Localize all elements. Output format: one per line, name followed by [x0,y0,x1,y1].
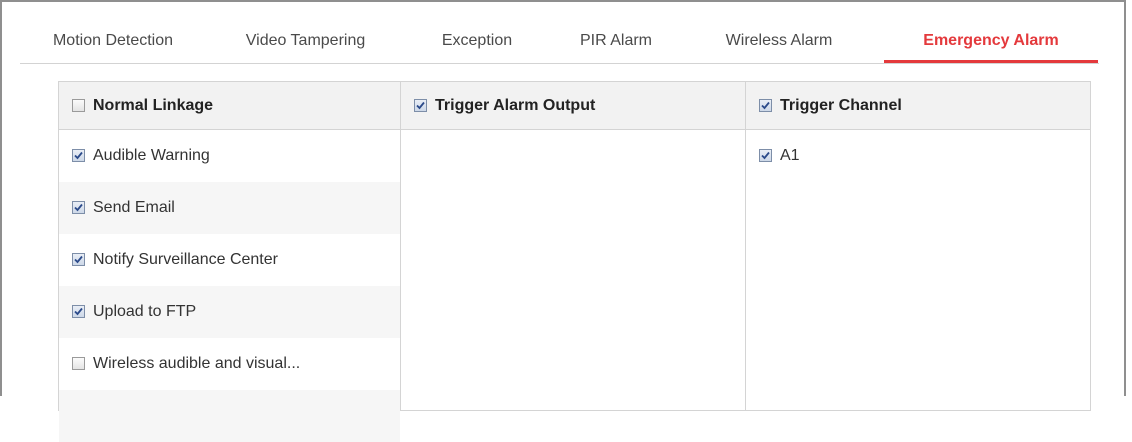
list-item-channel-a1: A1 [746,130,1090,182]
normal-linkage-label: Normal Linkage [93,97,214,114]
normal-linkage-header: Normal Linkage [59,82,400,130]
notify-surveillance-center-label: Notify Surveillance Center [93,251,278,268]
linkage-panel: Normal Linkage Audible Warning Send Emai… [58,81,1091,442]
tab-exception[interactable]: Exception [432,20,522,62]
wireless-audible-visual-checkbox[interactable] [72,356,85,370]
channel-a1-checkbox[interactable] [759,148,772,162]
tab-motion-detection[interactable]: Motion Detection [36,20,190,62]
list-item-notify-surveillance-center: Notify Surveillance Center [59,234,400,286]
send-email-label: Send Email [93,199,175,216]
normal-linkage-column: Normal Linkage Audible Warning Send Emai… [59,82,401,442]
trigger-channel-label: Trigger Channel [780,97,902,114]
checkmark-icon [74,203,83,211]
tab-wireless-alarm[interactable]: Wireless Alarm [704,20,854,62]
tab-pir-alarm[interactable]: PIR Alarm [564,20,668,62]
list-item-upload-to-ftp: Upload to FTP [59,286,400,338]
trigger-alarm-output-label: Trigger Alarm Output [435,97,596,114]
list-item-send-email: Send Email [59,182,400,234]
list-item-empty [59,390,400,442]
wireless-audible-visual-label: Wireless audible and visual... [93,355,301,372]
window-frame: Motion Detection Video Tampering Excepti… [0,0,1126,442]
trigger-channel-header: Trigger Channel [746,82,1090,130]
checkmark-icon [74,307,83,315]
trigger-channel-checkbox[interactable] [759,98,772,112]
checkmark-icon [761,151,770,159]
notify-surveillance-center-checkbox[interactable] [72,252,85,266]
checkmark-icon [74,255,83,263]
list-item-wireless-audible-visual: Wireless audible and visual... [59,338,400,390]
alarm-tab-bar: Motion Detection Video Tampering Excepti… [20,20,1099,64]
trigger-alarm-output-header: Trigger Alarm Output [401,82,745,130]
trigger-alarm-output-column: Trigger Alarm Output [401,82,746,410]
tab-emergency-alarm[interactable]: Emergency Alarm [884,20,1098,63]
trigger-channel-column: Trigger Channel A1 [746,82,1090,410]
list-item-audible-warning: Audible Warning [59,130,400,182]
audible-warning-label: Audible Warning [93,147,210,164]
channel-a1-label: A1 [780,147,800,164]
checkmark-icon [416,101,425,109]
tab-video-tampering[interactable]: Video Tampering [218,20,393,62]
send-email-checkbox[interactable] [72,200,85,214]
upload-to-ftp-label: Upload to FTP [93,303,197,320]
checkmark-icon [74,151,83,159]
audible-warning-checkbox[interactable] [72,148,85,162]
upload-to-ftp-checkbox[interactable] [72,304,85,318]
trigger-alarm-output-checkbox[interactable] [414,98,427,112]
checkmark-icon [761,101,770,109]
normal-linkage-checkbox[interactable] [72,98,85,112]
